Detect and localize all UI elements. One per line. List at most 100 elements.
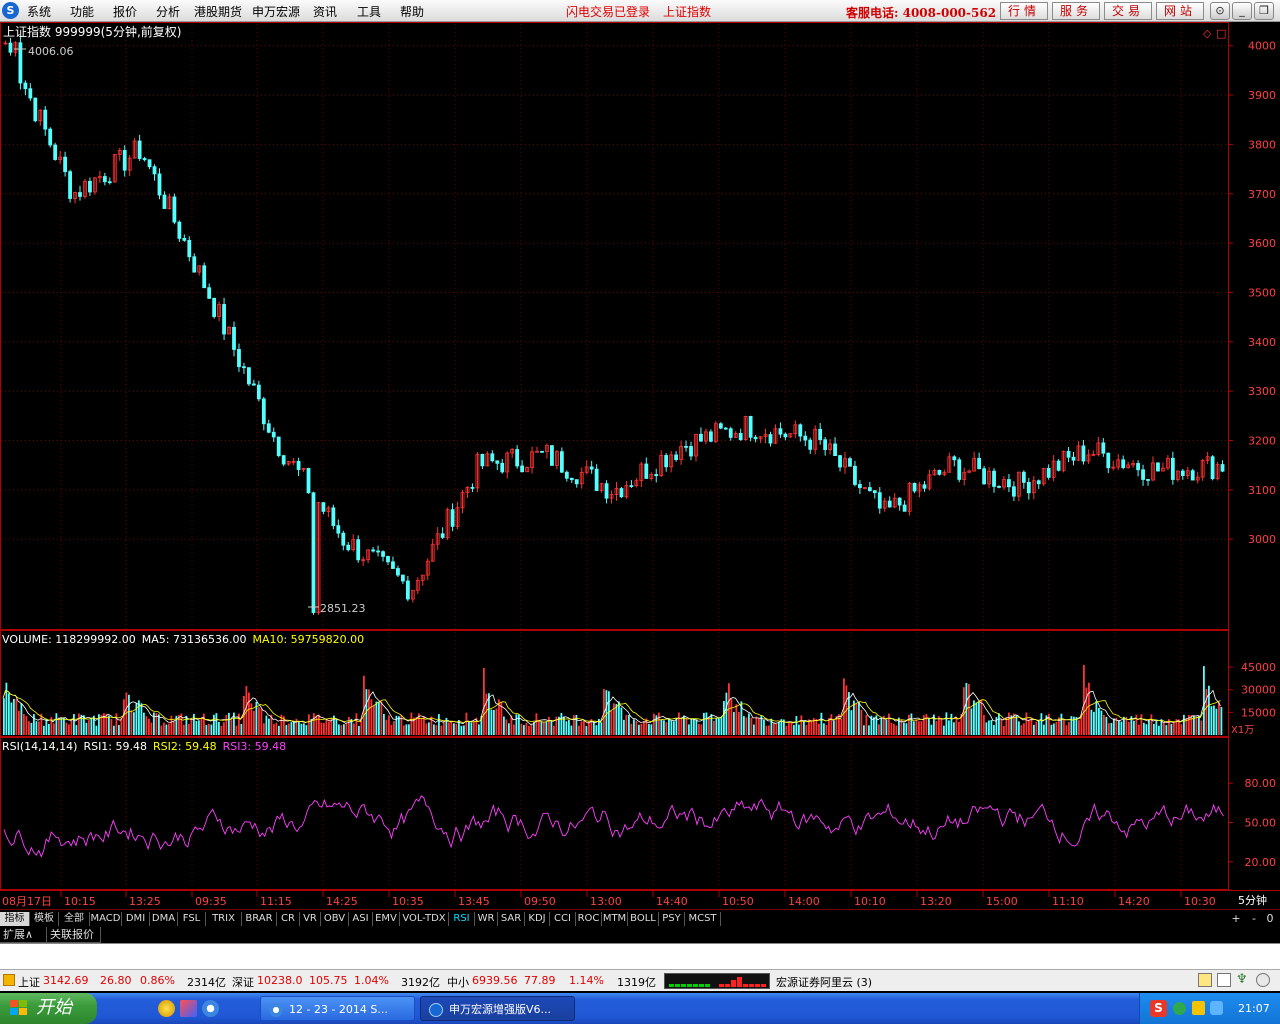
volume-bar	[893, 723, 895, 735]
task-button-browser[interactable]: 12 - 23 - 2014 S...	[260, 996, 415, 1021]
tab-cr-9[interactable]: CR	[277, 912, 300, 926]
tab-sar-17[interactable]: SAR	[498, 912, 525, 926]
volume-bar	[378, 701, 380, 735]
price-candle-body	[1170, 457, 1175, 480]
tab-wr-16[interactable]: WR	[475, 912, 498, 926]
related-quote-tab[interactable]: 关联报价	[47, 927, 101, 943]
volume-icon[interactable]	[1192, 1001, 1205, 1015]
menu-analysis[interactable]: 分析	[156, 3, 180, 20]
tab-brar-8[interactable]: BRAR	[242, 912, 277, 926]
diamond-icon[interactable]: ◇	[1203, 27, 1212, 40]
menu-tools[interactable]: 工具	[357, 3, 381, 20]
price-candle-body	[619, 488, 624, 498]
volume-bar	[998, 713, 1000, 735]
volume-bar	[725, 692, 728, 735]
tab--2[interactable]: 全部	[59, 912, 90, 926]
tab-dmi-4[interactable]: DMI	[122, 912, 150, 926]
volume-bar	[983, 714, 985, 735]
server-name[interactable]: 宏源证券阿里云 (3)	[776, 974, 872, 990]
volume-bar	[220, 725, 223, 735]
notepad-icon[interactable]	[1198, 973, 1212, 987]
volume-bar	[1153, 723, 1155, 735]
price-candle-body	[306, 468, 311, 494]
network-icon[interactable]	[1173, 1002, 1186, 1015]
sz-amount: 3192亿	[401, 976, 440, 989]
volume-bar	[1105, 716, 1108, 735]
volume-bar	[615, 703, 618, 735]
tab-kdj-18[interactable]: KDJ	[525, 912, 550, 926]
price-candle-body	[818, 428, 823, 441]
volume-bar	[43, 725, 45, 735]
volume-bar	[200, 718, 203, 735]
tab-roc-20[interactable]: ROC	[576, 912, 602, 926]
tab-obv-11[interactable]: OBV	[321, 912, 349, 926]
close-chart-icon[interactable]: □	[1216, 27, 1226, 40]
tab-asi-12[interactable]: ASI	[349, 912, 373, 926]
signal-icon[interactable]: ♆	[1236, 972, 1250, 988]
volume-bar	[680, 718, 683, 735]
volume-bar	[70, 719, 73, 735]
quotes-button[interactable]: 行情	[1000, 2, 1048, 20]
tab-mcst-24[interactable]: MCST	[685, 912, 721, 926]
volume-bar	[323, 722, 325, 735]
menu-help[interactable]: 帮助	[400, 3, 424, 20]
menu-swhy[interactable]: 申万宏源	[252, 3, 300, 20]
tabs-scroll-2[interactable]: 0	[1263, 912, 1277, 926]
tabs-scroll-1[interactable]: -	[1247, 912, 1261, 926]
tab-fsl-6[interactable]: FSL	[178, 912, 206, 926]
volume-bar	[630, 723, 633, 735]
status-menu-icon[interactable]	[3, 974, 15, 986]
website-button[interactable]: 网站	[1156, 2, 1204, 20]
volume-bar	[593, 721, 595, 735]
volume-bar	[528, 725, 530, 735]
clock[interactable]: 21:07	[1238, 1002, 1270, 1015]
volume-bar	[820, 712, 823, 735]
menu-news[interactable]: 资讯	[313, 3, 337, 20]
stock-chart[interactable]: 上证指数 999999(5分钟,前复权) ◇ □ 4006.06 2851.23…	[0, 22, 1280, 911]
menu-system[interactable]: 系统	[27, 3, 51, 20]
tab--0[interactable]: 指标	[0, 912, 30, 926]
tab-dma-5[interactable]: DMA	[150, 912, 178, 926]
menu-hk-futures[interactable]: 港股期货	[194, 3, 242, 20]
tab-boll-22[interactable]: BOLL	[628, 912, 659, 926]
menu-quote[interactable]: 报价	[113, 3, 137, 20]
tab--1[interactable]: 模板	[30, 912, 59, 926]
minimize-icon[interactable]: _	[1232, 2, 1252, 20]
quicklaunch-icon-2[interactable]	[180, 1000, 197, 1017]
service-button[interactable]: 服务	[1052, 2, 1100, 20]
tab-trix-7[interactable]: TRIX	[206, 912, 242, 926]
volume-bar	[435, 725, 438, 735]
tab-vol-tdx-14[interactable]: VOL-TDX	[400, 912, 449, 926]
price-candle-body	[1136, 463, 1140, 471]
settings-icon[interactable]	[1256, 973, 1270, 987]
task-button-app[interactable]: 申万宏源增强版V6...	[420, 996, 575, 1021]
tab-cci-19[interactable]: CCI	[550, 912, 576, 926]
sz-value[interactable]: 10238.0	[257, 974, 303, 987]
restore-icon[interactable]: ❐	[1254, 2, 1274, 20]
quicklaunch-browser-icon[interactable]	[202, 1000, 219, 1017]
toggle-icon[interactable]: ⊙	[1210, 2, 1230, 20]
tabs-scroll-0[interactable]: +	[1229, 912, 1243, 926]
tab-macd-3[interactable]: MACD	[90, 912, 122, 926]
login-status[interactable]: 闪电交易已登录	[566, 3, 650, 20]
volume-bar	[1163, 722, 1165, 735]
input-method-icon[interactable]: S	[1150, 1000, 1167, 1017]
tab-psy-23[interactable]: PSY	[659, 912, 685, 926]
start-button[interactable]: 开始	[0, 993, 97, 1024]
window-icon[interactable]	[1217, 973, 1231, 987]
time-tick-label: 14:20	[1118, 895, 1150, 908]
app-logo-icon[interactable]: S	[2, 2, 19, 19]
tab-mtm-21[interactable]: MTM	[602, 912, 628, 926]
tab-vr-10[interactable]: VR	[300, 912, 321, 926]
tab-emv-13[interactable]: EMV	[373, 912, 400, 926]
period-label[interactable]: 5分钟	[1238, 893, 1267, 907]
quicklaunch-icon-1[interactable]	[158, 1000, 175, 1017]
sh-value[interactable]: 3142.69	[43, 974, 89, 987]
shield-icon[interactable]	[1210, 1001, 1223, 1015]
volume-bar	[595, 725, 598, 735]
expand-tab[interactable]: 扩展∧	[0, 927, 47, 943]
zx-value[interactable]: 6939.56	[472, 974, 518, 987]
menu-function[interactable]: 功能	[70, 3, 94, 20]
tab-rsi-15[interactable]: RSI	[449, 912, 475, 926]
trade-button[interactable]: 交易	[1104, 2, 1152, 20]
